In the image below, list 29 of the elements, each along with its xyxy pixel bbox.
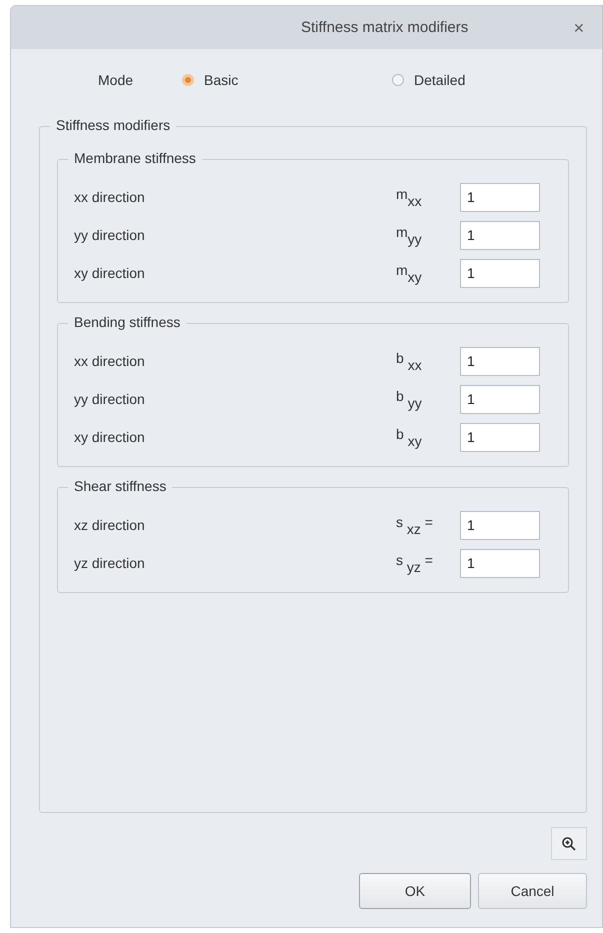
group-title: Stiffness modifiers [50,117,176,133]
group-title: Shear stiffness [68,478,172,494]
group-title: Bending stiffness [68,314,186,330]
cancel-button[interactable]: Cancel [478,873,587,909]
group-title: Membrane stiffness [68,150,202,166]
direction-label: xy direction [74,265,146,281]
input-field[interactable]: 1 [460,346,540,376]
direction-label: xx direction [74,189,146,205]
input-field[interactable]: 1 [460,220,540,250]
mode-label: Mode [98,72,134,88]
close-button[interactable]: ✕ [568,16,590,38]
direction-label: yy direction [74,391,146,407]
input-field[interactable]: 1 [460,510,540,540]
input-field[interactable]: 1 [460,384,540,414]
direction-label: yy direction [74,227,146,243]
input-field[interactable]: 1 [460,422,540,452]
direction-label: yz direction [74,555,146,571]
direction-label: xx direction [74,353,146,369]
input-field[interactable]: 1 [460,258,540,288]
radio-option[interactable]: Basic [182,72,392,88]
direction-label: xy direction [74,429,146,445]
window-title: Stiffness matrix modifiers [301,19,470,36]
input-field[interactable]: 1 [460,548,540,578]
ok-button[interactable]: OK [359,873,471,909]
input-field[interactable]: 1 [460,182,540,212]
direction-label: xz direction [74,517,146,533]
radio-option[interactable]: Detailed [392,72,602,88]
zoom-button[interactable] [551,827,587,860]
zoom-in-icon [561,836,577,852]
